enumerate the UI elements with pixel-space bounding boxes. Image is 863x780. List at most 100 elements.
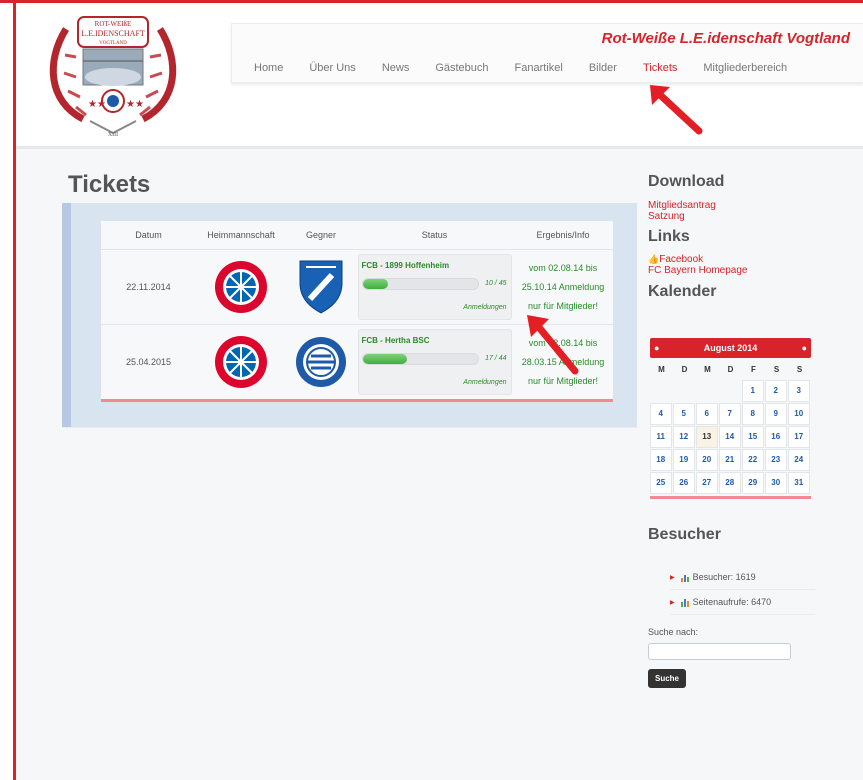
- calendar-day[interactable]: 29: [742, 472, 764, 494]
- next-month-icon[interactable]: ●: [802, 343, 807, 353]
- calendar-day[interactable]: 27: [696, 472, 718, 494]
- progress-fill: [362, 279, 389, 289]
- calendar-day[interactable]: 22: [742, 449, 764, 471]
- calendar-day[interactable]: 26: [673, 472, 695, 494]
- calendar-empty-cell: [696, 380, 718, 402]
- anmeldungen-link[interactable]: Anmeldungen: [463, 304, 506, 311]
- red-arrow-icon: [650, 85, 703, 135]
- calendar-day[interactable]: 6: [696, 403, 718, 425]
- calendar-day[interactable]: 5: [673, 403, 695, 425]
- main-nav: Home Über Uns News Gästebuch Fanartikel …: [254, 62, 813, 74]
- link-satzung[interactable]: Satzung: [648, 211, 818, 222]
- calendar-day[interactable]: 10: [788, 403, 810, 425]
- svg-text:XIII: XIII: [108, 132, 118, 138]
- nav-fanartikel[interactable]: Fanartikel: [515, 62, 563, 74]
- list-item: ▶ Seitenaufrufe: 6470: [670, 590, 815, 615]
- navbar: Rot-Weiße L.E.idenschaft Vogtland Home Ü…: [231, 23, 863, 83]
- weekday: S: [796, 364, 803, 374]
- fc-bayern-crest-icon: [215, 261, 267, 313]
- calendar-day[interactable]: 17: [788, 426, 810, 448]
- home-team-cell: [196, 335, 286, 389]
- weekday: S: [773, 364, 780, 374]
- calendar-day[interactable]: 13: [696, 426, 718, 448]
- calendar-day[interactable]: 1: [742, 380, 764, 402]
- calendar-day[interactable]: 2: [765, 380, 787, 402]
- nav-news[interactable]: News: [382, 62, 410, 74]
- calendar-day[interactable]: 31: [788, 472, 810, 494]
- info-line: 25.10.14 Anmeldung: [521, 281, 605, 292]
- status-box: FCB - 1899 Hoffenheim 10 / 45 Anmeldunge…: [357, 254, 512, 320]
- calendar-day[interactable]: 9: [765, 403, 787, 425]
- calendar-header: ● August 2014 ●: [650, 338, 811, 358]
- weekday: F: [751, 364, 756, 374]
- progress-bar: [361, 353, 479, 365]
- nav-home[interactable]: Home: [254, 62, 283, 74]
- calendar-day[interactable]: 14: [719, 426, 741, 448]
- svg-text:ROT-WEIßE: ROT-WEIßE: [95, 20, 132, 28]
- nav-tickets[interactable]: Tickets: [643, 62, 677, 74]
- link-mitgliedsantrag[interactable]: Mitgliedsantrag: [648, 200, 818, 211]
- nav-gaestebuch[interactable]: Gästebuch: [435, 62, 488, 74]
- page: ROT-WEIßE L.E.IDENSCHAFT VOGTLAND ★★ ★★ …: [16, 3, 863, 780]
- link-facebook[interactable]: 👍Facebook: [648, 254, 818, 265]
- list-item: ▶ Besucher: 1619: [670, 565, 815, 590]
- svg-text:★★: ★★: [126, 99, 144, 110]
- calendar-day[interactable]: 23: [765, 449, 787, 471]
- progress-bar: [361, 278, 479, 290]
- calendar-empty-cell: [673, 380, 695, 402]
- calendar-grid: 1 2 3 4 5 6 7 8 9 10 11 12 13 14 15 16 17 18 19 20 21 22 23 24 2…: [650, 380, 811, 494]
- calendar-day[interactable]: 21: [719, 449, 741, 471]
- match-title: FCB - Hertha BSC: [361, 336, 430, 345]
- calendar: ● August 2014 ● M D M D F S S 1234567891…: [650, 338, 811, 499]
- calendar-day[interactable]: 12: [673, 426, 695, 448]
- weekday: M: [658, 364, 665, 374]
- calendar-day[interactable]: 4: [650, 403, 672, 425]
- hoffenheim-crest-icon: [299, 260, 343, 314]
- calendar-day[interactable]: 16: [765, 426, 787, 448]
- calendar-day[interactable]: 30: [765, 472, 787, 494]
- calendar-day[interactable]: 15: [742, 426, 764, 448]
- visitor-count: Besucher: 1619: [692, 572, 756, 582]
- search-button[interactable]: Suche: [648, 669, 687, 688]
- link-facebook-label: Facebook: [659, 254, 704, 265]
- prev-month-icon[interactable]: ●: [654, 343, 659, 353]
- bar-chart-icon: [680, 598, 689, 607]
- download-heading: Download: [648, 173, 725, 190]
- match-date: 25.04.2015: [125, 357, 172, 367]
- registration-count: 17 / 44: [485, 355, 507, 362]
- calendar-day[interactable]: 7: [719, 403, 741, 425]
- progress-fill: [362, 354, 407, 364]
- red-arrow-icon: [527, 315, 579, 375]
- header: ROT-WEIßE L.E.IDENSCHAFT VOGTLAND ★★ ★★ …: [16, 3, 863, 149]
- nav-mitgliederbereich[interactable]: Mitgliederbereich: [703, 62, 787, 74]
- opponent-cell: [286, 336, 356, 388]
- page-title: Tickets: [68, 171, 151, 198]
- calendar-day[interactable]: 3: [788, 380, 810, 402]
- calendar-day[interactable]: 18: [650, 449, 672, 471]
- weekday: D: [727, 364, 734, 374]
- calendar-month: August 2014: [703, 343, 758, 353]
- calendar-day[interactable]: 19: [673, 449, 695, 471]
- calendar-day[interactable]: 20: [696, 449, 718, 471]
- calendar-day[interactable]: 11: [650, 426, 672, 448]
- svg-text:★★: ★★: [88, 99, 106, 110]
- home-team-cell: [196, 260, 286, 314]
- nav-bilder[interactable]: Bilder: [589, 62, 617, 74]
- site-title: Rot-Weiße L.E.idenschaft Vogtland: [601, 30, 850, 47]
- calendar-day[interactable]: 8: [742, 403, 764, 425]
- search-input[interactable]: [648, 643, 791, 660]
- links-heading: Links: [648, 228, 690, 245]
- nav-ueber-uns[interactable]: Über Uns: [309, 62, 355, 74]
- panel-divider: [62, 427, 637, 448]
- calendar-day[interactable]: 24: [788, 449, 810, 471]
- info-cell: vom 02.08.14 bis 25.10.14 Anmeldung nur …: [513, 259, 613, 316]
- anmeldungen-link[interactable]: Anmeldungen: [463, 379, 506, 386]
- tickets-panel: Datum Heimmannschaft Gegner Status Ergeb…: [62, 203, 637, 427]
- calendar-day[interactable]: 25: [650, 472, 672, 494]
- calendar-day[interactable]: 28: [719, 472, 741, 494]
- link-fc-bayern[interactable]: FC Bayern Homepage: [648, 265, 818, 276]
- club-logo[interactable]: ROT-WEIßE L.E.IDENSCHAFT VOGTLAND ★★ ★★ …: [38, 11, 188, 143]
- header-datum: Datum: [135, 230, 162, 240]
- bullet-icon: ▶: [670, 574, 675, 581]
- status-cell: FCB - 1899 Hoffenheim 10 / 45 Anmeldunge…: [356, 254, 513, 320]
